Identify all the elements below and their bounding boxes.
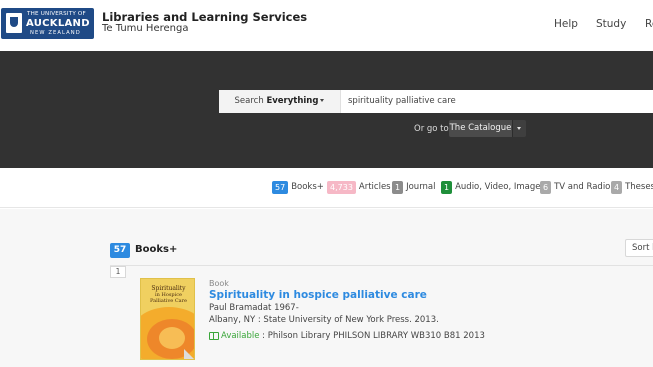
goto-label: Or go to	[414, 124, 449, 134]
tab-books[interactable]: 57 Books+	[272, 181, 324, 194]
university-logo[interactable]: THE UNIVERSITY OF AUCKLAND NEW ZEALAND	[1, 8, 94, 39]
search-input[interactable]: spirituality palliative care	[348, 90, 456, 113]
tab-articles-count: 4,733	[327, 181, 356, 194]
result-type-label: Book	[209, 279, 229, 288]
tab-journal-count: 1	[392, 181, 404, 194]
tab-tv-radio-label: TV and Radio	[554, 182, 611, 192]
tab-articles-label: Articles	[358, 182, 391, 192]
tab-articles[interactable]: 4,733 Articles	[327, 181, 391, 194]
availability-location: : Philson Library PHILSON LIBRARY WB310 …	[259, 331, 485, 341]
cover-title-line-1: Spirituality	[151, 285, 186, 292]
sort-by-dropdown[interactable]: Sort b	[625, 239, 653, 257]
nav-study[interactable]: Study	[596, 18, 626, 30]
book-icon	[209, 331, 219, 340]
tab-theses-count: 4	[611, 181, 623, 194]
tab-tv-radio[interactable]: 6 TV and Radio	[540, 181, 610, 194]
results-divider	[110, 265, 653, 266]
chevron-down-icon	[517, 127, 521, 130]
search-bar: Search Everything spirituality palliativ…	[219, 90, 653, 113]
cover-swirl	[159, 327, 185, 349]
page-curl	[184, 349, 194, 359]
tab-theses[interactable]: 4 Theses	[611, 181, 653, 194]
result-availability[interactable]: Available : Philson Library PHILSON LIBR…	[209, 331, 485, 341]
site-title[interactable]: Libraries and Learning Services	[102, 10, 307, 24]
catalogue-dropdown-toggle[interactable]	[512, 120, 526, 137]
site-header: THE UNIVERSITY OF AUCKLAND NEW ZEALAND L…	[0, 0, 653, 51]
availability-status: Available	[221, 331, 260, 341]
tab-audio-video-images-label: Audio, Video, Images	[455, 182, 545, 192]
tab-tv-radio-count: 6	[540, 181, 552, 194]
nav-help[interactable]: Help	[554, 18, 578, 30]
nav-research[interactable]: Re	[645, 18, 653, 30]
search-scope-prefix: Search	[234, 96, 264, 106]
tab-books-label: Books+	[291, 182, 324, 192]
page-number: 1	[110, 266, 126, 278]
tab-journal[interactable]: 1 Journal	[392, 181, 436, 194]
search-scope-dropdown[interactable]: Search Everything	[219, 90, 341, 113]
tab-books-count: 57	[272, 181, 289, 194]
result-type-tabs: 57 Books+ 4,733 Articles 1 Journal 1 Audio, …	[0, 168, 653, 208]
cover-title-line-3: Palliative Care	[149, 298, 188, 304]
logo-line-1: THE UNIVERSITY OF	[27, 11, 86, 17]
tab-audio-video-images-count: 1	[441, 181, 453, 194]
catalogue-button[interactable]: The Catalogue	[449, 120, 512, 137]
results-panel: 57 Books+ Sort b 1 Spirituality in Hospi…	[0, 209, 653, 367]
tab-journal-label: Journal	[406, 182, 436, 192]
logo-line-3: NEW ZEALAND	[30, 30, 81, 36]
search-band: Search Everything spirituality palliativ…	[0, 51, 653, 168]
chevron-down-icon	[320, 99, 325, 102]
results-count-badge: 57	[110, 243, 130, 258]
logo-line-2: AUCKLAND	[26, 18, 90, 29]
site-subtitle: Te Tumu Herenga	[102, 23, 189, 34]
result-title-link[interactable]: Spirituality in hospice palliative care	[209, 289, 427, 301]
tab-theses-label: Theses	[625, 182, 653, 192]
result-publication: Albany, NY : State University of New Yor…	[209, 315, 439, 325]
results-heading: Books+	[135, 244, 178, 255]
book-cover-image[interactable]: Spirituality in Hospice Palliative Care	[140, 278, 195, 360]
tab-audio-video-images[interactable]: 1 Audio, Video, Images	[441, 181, 545, 194]
search-scope-value: Everything	[266, 96, 319, 106]
crest-icon	[6, 13, 22, 33]
result-author: Paul Bramadat 1967-	[209, 303, 299, 313]
